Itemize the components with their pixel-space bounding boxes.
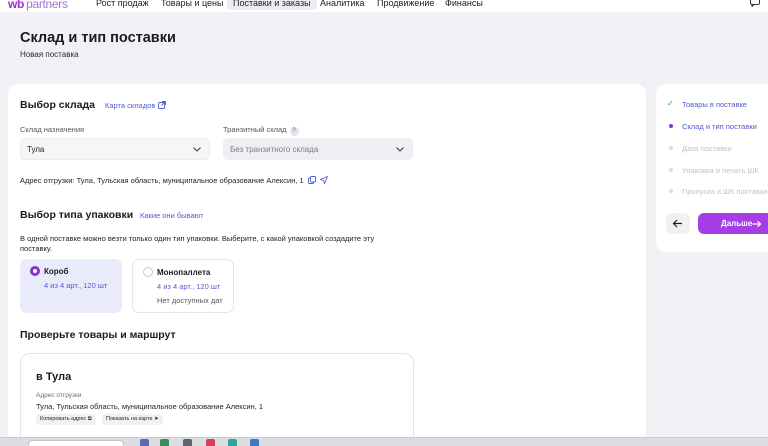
destination-warehouse-label: Склад назначения	[20, 125, 85, 134]
packaging-option-title: Короб	[44, 267, 69, 276]
page-subtitle: Новая поставка	[20, 50, 79, 59]
copy-icon[interactable]	[307, 176, 316, 184]
taskbar-app-icon[interactable]	[250, 439, 259, 446]
os-taskbar	[0, 437, 768, 446]
nav-item-products-prices[interactable]: Товары и цены	[161, 0, 224, 8]
warehouse-heading: Выбор склада	[20, 99, 96, 111]
step-delivery-date: Дата поставки	[682, 144, 732, 153]
chevron-down-icon	[396, 147, 404, 152]
step-passes-labels: Пропуска и ШК поставки	[682, 187, 768, 196]
transit-warehouse-label-text: Транзитный склад	[223, 125, 287, 134]
step-packing-labels: Упаковка и печать ШК	[682, 166, 759, 175]
warehouse-map-link-label: Карта складов	[105, 101, 156, 110]
route-address-value: Тула, Тульская область, муниципальное об…	[36, 402, 264, 411]
taskbar-app-icon[interactable]	[228, 439, 237, 446]
nav-item-supplies-orders[interactable]: Поставки и заказы	[227, 0, 317, 10]
copy-address-chip[interactable]: Копировать адрес ⧉	[36, 414, 96, 425]
packaging-option-count: 4 из 4 арт., 120 шт	[44, 281, 108, 290]
packaging-description: В одной поставке можно везти только один…	[20, 234, 375, 253]
radio-selected-icon	[30, 266, 40, 276]
nav-item-sales-growth[interactable]: Рост продаж	[96, 0, 149, 8]
copy-address-chip-label: Копировать адрес	[40, 416, 87, 422]
checkmark-icon: ✓	[667, 99, 674, 108]
shipping-address-text: Адрес отгрузки: Тула, Тульская область, …	[20, 176, 304, 185]
warehouse-map-link[interactable]: Карта складов	[105, 101, 167, 110]
packaging-option-count: 4 из 4 арт., 120 шт	[157, 282, 221, 291]
route-address-label: Адрес отгрузки	[36, 392, 82, 399]
packaging-option-box[interactable]: Короб 4 из 4 арт., 120 шт	[20, 259, 122, 313]
arrow-right-icon	[752, 220, 762, 228]
packaging-heading: Выбор типа упаковки	[20, 209, 134, 221]
packaging-option-title: Монопаллета	[157, 268, 211, 277]
chevron-down-icon	[193, 147, 201, 152]
show-on-map-chip-label: Показать на карте	[106, 416, 153, 422]
radio-unselected-icon	[143, 267, 153, 277]
future-step-dot-icon	[669, 189, 673, 193]
show-on-map-chip[interactable]: Показать на карте ➤	[102, 414, 163, 425]
nav-item-finance[interactable]: Финансы	[445, 0, 483, 8]
taskbar-app-icon[interactable]	[206, 439, 215, 446]
destination-warehouse-select[interactable]: Тула	[20, 138, 210, 160]
arrow-left-icon	[672, 219, 682, 228]
transit-warehouse-select[interactable]: Без транзитного склада	[223, 138, 413, 160]
current-step-dot-icon	[669, 124, 673, 128]
shipping-address-line: Адрес отгрузки: Тула, Тульская область, …	[20, 176, 328, 185]
next-button[interactable]: Дальше	[698, 213, 768, 234]
logo-wb-text: wb	[8, 0, 25, 11]
taskbar-app-icon[interactable]	[140, 439, 149, 446]
help-icon[interactable]: ?	[289, 127, 299, 136]
taskbar-search-box[interactable]	[28, 440, 124, 446]
top-navigation-bar: wb partners Рост продаж Товары и цены Пос…	[0, 0, 768, 12]
next-button-label: Дальше	[721, 219, 753, 228]
page-title: Склад и тип поставки	[20, 30, 176, 46]
map-pointer-icon[interactable]	[319, 176, 328, 184]
taskbar-app-icon[interactable]	[183, 439, 192, 446]
step-products[interactable]: Товары в поставке	[682, 100, 747, 109]
external-link-icon	[158, 101, 167, 109]
route-card-title: в Тула	[36, 371, 72, 383]
packaging-option-note: Нет доступных дат	[157, 296, 223, 305]
taskbar-app-icon[interactable]	[160, 439, 169, 446]
chat-icon[interactable]	[750, 0, 760, 10]
nav-item-analytics[interactable]: Аналитика	[320, 0, 365, 8]
transit-warehouse-label: Транзитный склад?	[223, 125, 299, 136]
logo-partners-text: partners	[26, 0, 68, 11]
destination-warehouse-value: Тула	[27, 145, 45, 154]
future-step-dot-icon	[669, 168, 673, 172]
wb-partners-logo[interactable]: wb partners	[8, 0, 68, 11]
step-warehouse-type[interactable]: Склад и тип поставки	[682, 122, 757, 131]
back-button[interactable]	[666, 213, 690, 234]
route-card: в Тула Адрес отгрузки Тула, Тульская обл…	[20, 353, 414, 446]
nav-item-promotion[interactable]: Продвижение	[377, 0, 434, 8]
transit-warehouse-placeholder: Без транзитного склада	[230, 145, 319, 154]
route-heading: Проверьте товары и маршрут	[20, 329, 176, 341]
packaging-info-link[interactable]: Какие они бывают	[140, 211, 204, 220]
packaging-option-monopallet[interactable]: Монопаллета 4 из 4 арт., 120 шт Нет дост…	[132, 259, 234, 313]
future-step-dot-icon	[669, 146, 673, 150]
